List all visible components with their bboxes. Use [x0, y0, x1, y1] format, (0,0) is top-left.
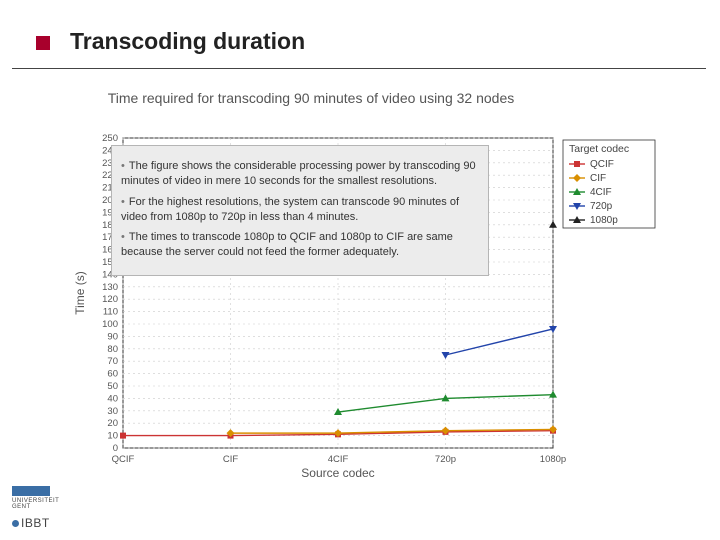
svg-text:90: 90: [107, 331, 118, 342]
svg-text:CIF: CIF: [223, 454, 239, 465]
svg-text:70: 70: [107, 356, 118, 367]
svg-text:QCIF: QCIF: [590, 159, 614, 170]
info-item: The times to transcode 1080p to QCIF and…: [121, 230, 479, 260]
logo-ugent: UNIVERSITEIT GENT: [12, 486, 50, 510]
info-callout: The figure shows the considerable proces…: [111, 145, 489, 276]
header-accent-square: [36, 36, 50, 50]
logo-ibbt: IBBT: [12, 516, 50, 530]
page-title: Transcoding duration: [70, 28, 305, 55]
svg-text:720p: 720p: [435, 454, 456, 465]
svg-text:1080p: 1080p: [590, 215, 618, 226]
svg-text:Target codec: Target codec: [569, 143, 629, 155]
chart-title: Time required for transcoding 90 minutes…: [68, 90, 554, 108]
svg-text:QCIF: QCIF: [112, 454, 135, 465]
svg-text:0: 0: [113, 443, 118, 454]
svg-text:20: 20: [107, 418, 118, 429]
svg-text:CIF: CIF: [590, 173, 606, 184]
svg-text:80: 80: [107, 344, 118, 355]
svg-text:Time (s): Time (s): [73, 271, 87, 315]
svg-text:60: 60: [107, 369, 118, 380]
svg-text:4CIF: 4CIF: [590, 187, 612, 198]
svg-text:110: 110: [103, 307, 118, 318]
svg-text:1080p: 1080p: [540, 454, 566, 465]
info-item: For the highest resolutions, the system …: [121, 195, 479, 225]
svg-text:30: 30: [107, 406, 118, 417]
svg-text:100: 100: [102, 319, 118, 330]
header-rule: [12, 68, 706, 69]
svg-text:Source codec: Source codec: [301, 466, 374, 480]
info-item: The figure shows the considerable proces…: [121, 159, 479, 189]
svg-text:10: 10: [107, 431, 118, 442]
svg-text:120: 120: [102, 294, 118, 305]
svg-text:50: 50: [107, 381, 118, 392]
svg-text:130: 130: [102, 282, 118, 293]
svg-text:4CIF: 4CIF: [328, 454, 349, 465]
footer-logos: UNIVERSITEIT GENT IBBT: [12, 486, 50, 530]
svg-text:250: 250: [102, 133, 118, 144]
svg-text:720p: 720p: [590, 201, 613, 212]
svg-text:40: 40: [107, 393, 118, 404]
